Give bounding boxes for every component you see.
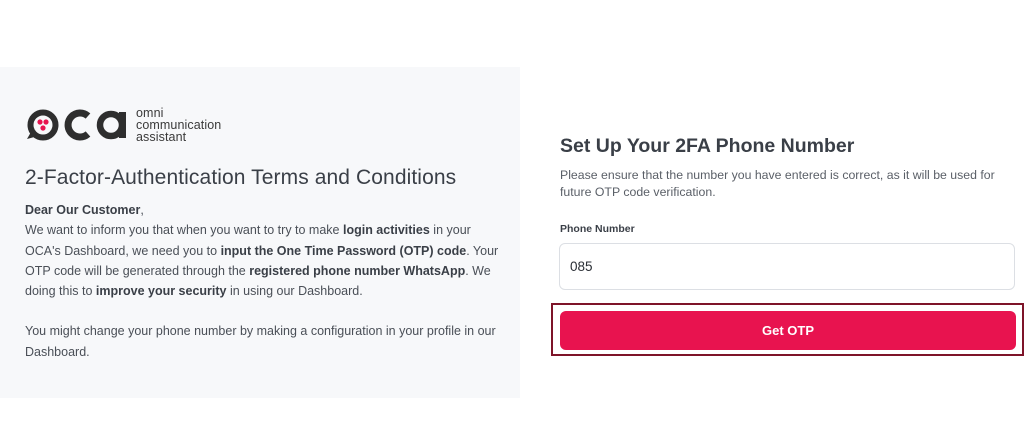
oca-logo: omni communication assistant xyxy=(26,107,221,143)
terms-panel: omni communication assistant 2-Factor-Au… xyxy=(0,67,520,398)
greeting-comma: , xyxy=(140,203,144,217)
p1-bold-login-activities: login activities xyxy=(342,223,430,238)
p1-text-i: in using our Dashboard. xyxy=(226,284,363,299)
setup-title: Set Up Your 2FA Phone Number xyxy=(560,135,855,157)
oca-logo-mark xyxy=(27,109,126,141)
terms-title: 2-Factor-Authentication Terms and Condit… xyxy=(25,166,457,189)
p1-bold-improve-security: improve your security xyxy=(95,284,227,299)
setup-description: Please ensure that the number you have e… xyxy=(560,168,995,199)
terms-paragraph-1: We want to inform you that when you want… xyxy=(25,220,500,301)
page: omni communication assistant 2-Factor-Au… xyxy=(0,0,1024,437)
logo-line-3: assistant xyxy=(136,130,187,144)
get-otp-button[interactable]: Get OTP xyxy=(560,311,1016,350)
phone-number-label: Phone Number xyxy=(560,223,635,235)
p1-text-a: We want to inform you that when you want… xyxy=(25,223,343,238)
phone-number-input[interactable] xyxy=(559,243,1015,290)
terms-body: Dear Our Customer, We want to inform you… xyxy=(25,200,500,362)
p1-bold-otp-code: input the One Time Password (OTP) code xyxy=(220,243,467,258)
terms-paragraph-2: You might change your phone number by ma… xyxy=(25,324,496,359)
greeting: Dear Our Customer, xyxy=(25,200,500,220)
p1-bold-registered-number: registered phone number WhatsApp xyxy=(249,263,466,278)
greeting-text: Dear Our Customer xyxy=(25,203,141,217)
logo-wordmark: omni communication assistant xyxy=(136,107,221,144)
